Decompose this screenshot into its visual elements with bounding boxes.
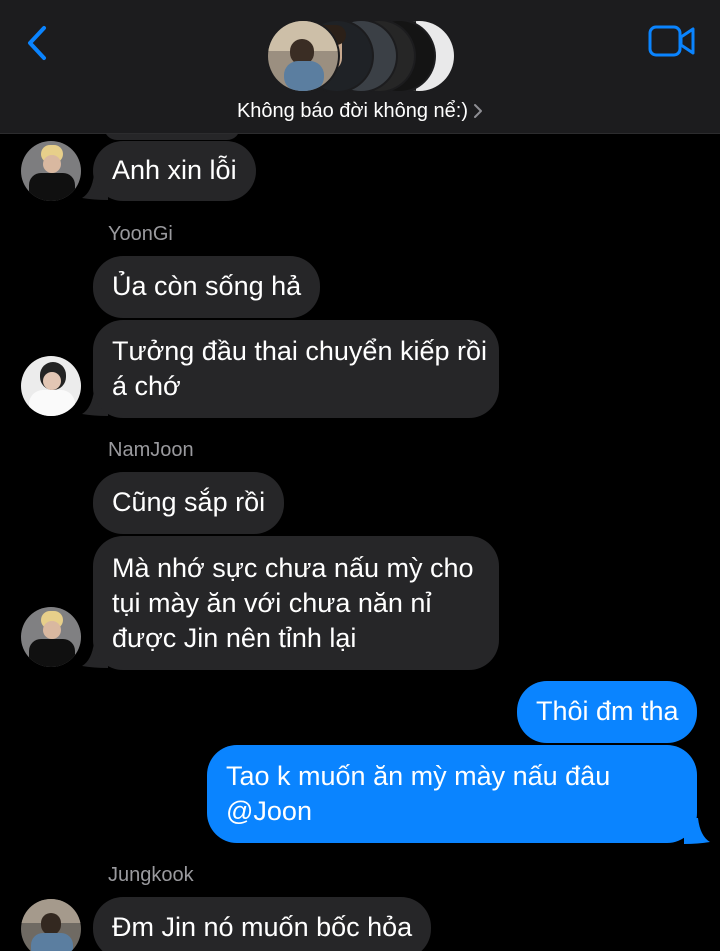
chat-header: Không báo đời không nể:) (0, 0, 720, 134)
sender-avatar[interactable] (21, 899, 81, 951)
group-name[interactable]: Không báo đời không nể:) (0, 100, 720, 125)
message-list[interactable]: Anh xin lỗi YoonGi Ủa còn sống hả Tưởng … (0, 134, 720, 951)
chevron-left-icon (28, 26, 46, 60)
message-text-line: á chớ (112, 371, 181, 401)
message-bubble[interactable]: Tưởng đầu thai chuyển kiếp rồi á chớ (93, 320, 499, 418)
my-message-bubble[interactable]: Tao k muốn ăn mỳ mày nấu đâu @Joon (207, 745, 697, 843)
sender-avatar[interactable] (21, 356, 81, 416)
message-bubble[interactable]: Ủa còn sống hả (93, 256, 321, 318)
member-avatar (268, 21, 338, 91)
message-text-line: Tao k muốn ăn mỳ mày nấu đâu (226, 761, 611, 791)
sender-avatar[interactable] (21, 141, 81, 201)
message-text-line: được Jin nên tỉnh lại (112, 623, 357, 653)
message-bubble[interactable]: Cũng sắp rồi (93, 472, 285, 534)
message-bubble[interactable]: Anh xin lỗi (93, 141, 256, 201)
video-call-button[interactable] (648, 24, 696, 58)
group-name-label: Không báo đời không nể:) (236, 100, 469, 122)
message-text: Anh xin lỗi (112, 155, 237, 185)
sender-name: YoonGi (108, 223, 173, 245)
message-text-line: Tưởng đầu thai chuyển kiếp rồi (112, 336, 487, 366)
sender-name: Jungkook (108, 864, 194, 886)
sender-name: NamJoon (108, 439, 194, 461)
message-text: Thôi đm tha (536, 696, 679, 726)
video-camera-icon (648, 25, 695, 57)
message-bubble-partial[interactable] (104, 134, 240, 140)
message-text: Ủa còn sống hả (112, 271, 302, 301)
message-bubble[interactable]: Đm Jin nó muốn bốc hỏa (93, 897, 432, 951)
message-text-line: Mà nhớ sực chưa nấu mỳ cho (112, 553, 474, 583)
message-text: Cũng sắp rồi (112, 487, 266, 517)
sender-avatar[interactable] (21, 607, 81, 667)
chevron-right-icon (473, 102, 483, 125)
my-message-bubble[interactable]: Thôi đm tha (517, 681, 697, 743)
message-bubble[interactable]: Mà nhớ sực chưa nấu mỳ cho tụi mày ăn vớ… (93, 536, 499, 670)
message-text-line: @Joon (226, 796, 312, 826)
message-text: Đm Jin nó muốn bốc hỏa (112, 912, 413, 942)
back-button[interactable] (22, 24, 56, 62)
group-avatar-stack[interactable] (268, 21, 454, 93)
message-text-line: tụi mày ăn với chưa năn nỉ (112, 588, 432, 618)
